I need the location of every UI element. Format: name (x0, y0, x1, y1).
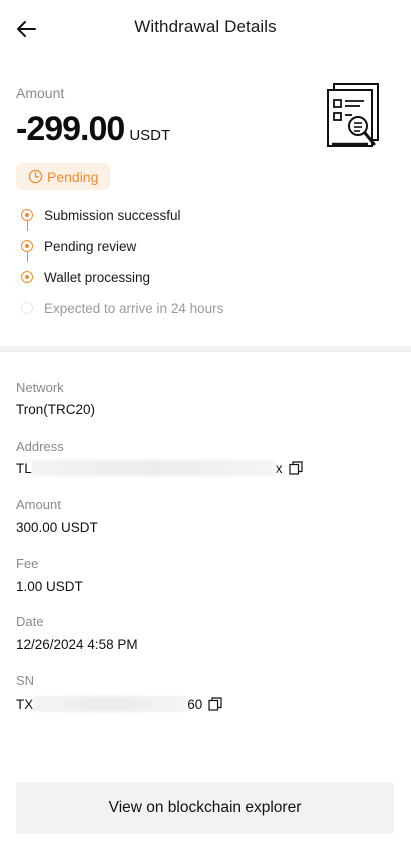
sn-prefix: TX (16, 696, 34, 712)
timeline-step: Pending review (16, 231, 396, 262)
timeline-step-label: Pending review (44, 239, 137, 254)
network-value: Tron(TRC20) (16, 402, 96, 417)
timeline-dot-active (21, 271, 33, 283)
amount-unit: USDT (129, 127, 171, 144)
timeline-step-label: Expected to arrive in 24 hours (44, 301, 224, 316)
fee-value: 1.00 USDT (16, 579, 83, 594)
sn-value: TX 60 (16, 696, 222, 712)
amount-detail-value: 300.00 USDT (16, 520, 98, 535)
network-label: Network (16, 380, 64, 395)
timeline-dot-inactive (21, 302, 33, 314)
address-value: TL x (16, 460, 303, 476)
timeline-step: Submission successful (16, 200, 396, 231)
section-divider (0, 346, 411, 352)
date-value: 12/26/2024 4:58 PM (16, 637, 138, 652)
sn-label: SN (16, 673, 35, 688)
address-suffix: x (275, 460, 283, 476)
status-text: Pending (47, 168, 99, 185)
amount-value: -299.00 (16, 110, 125, 148)
timeline-connector (26, 221, 28, 231)
header: Withdrawal Details (0, 0, 411, 58)
status-badge: Pending (16, 163, 111, 190)
copy-address-icon[interactable] (288, 461, 303, 475)
view-on-explorer-button[interactable]: View on blockchain explorer (16, 782, 394, 834)
timeline-dot-active (21, 209, 33, 221)
timeline-step-label: Wallet processing (44, 270, 151, 285)
address-prefix: TL (16, 460, 32, 476)
sn-suffix: 60 (187, 696, 203, 712)
amount-row: -299.00 USDT (16, 110, 170, 149)
amount-detail-label: Amount (16, 497, 61, 512)
timeline-connector (26, 252, 28, 262)
timeline-step: Wallet processing (16, 262, 396, 293)
timeline-step-label: Submission successful (44, 208, 181, 223)
fee-label: Fee (16, 556, 39, 571)
sn-redacted (33, 696, 188, 712)
document-search-icon (327, 83, 379, 147)
address-label: Address (16, 439, 64, 454)
copy-sn-icon[interactable] (208, 697, 222, 711)
timeline-step: Expected to arrive in 24 hours (16, 293, 396, 324)
address-redacted (31, 460, 276, 476)
date-label: Date (16, 614, 44, 629)
page-title: Withdrawal Details (134, 17, 277, 36)
status-timeline: Submission successful Pending review Wal… (16, 200, 396, 324)
amount-label: Amount (16, 85, 65, 101)
timeline-dot-active (21, 240, 33, 252)
clock-icon (28, 169, 43, 184)
